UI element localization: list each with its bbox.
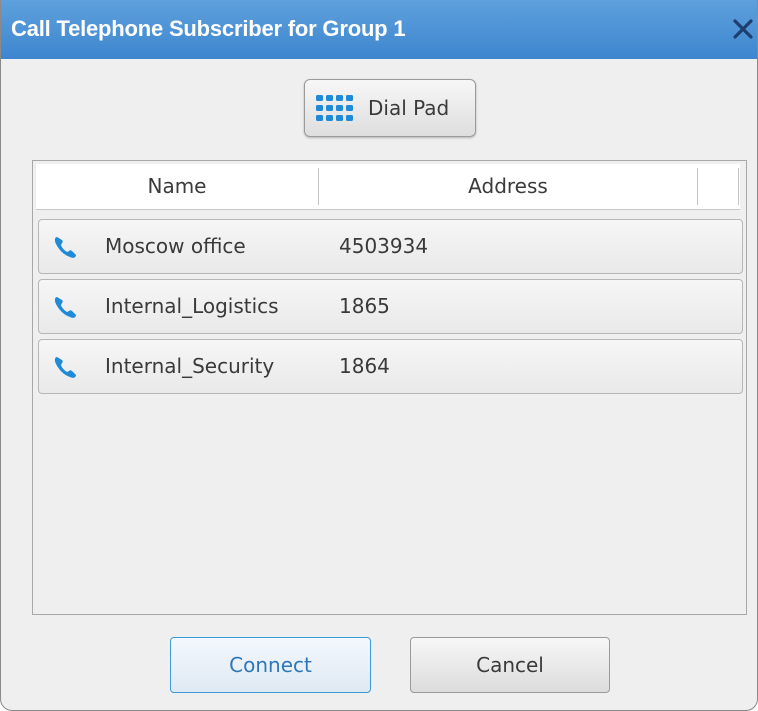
phone-icon — [54, 357, 76, 378]
list-item[interactable]: Moscow office 4503934 — [38, 219, 743, 274]
column-header-name[interactable]: Name — [36, 164, 318, 209]
subscriber-name: Moscow office — [105, 234, 246, 258]
close-button[interactable] — [729, 13, 757, 43]
dial-pad-button[interactable]: Dial Pad — [304, 79, 476, 137]
subscriber-list: Name Address Moscow office 4503934 Inter… — [32, 160, 747, 615]
subscriber-name: Internal_Logistics — [105, 294, 279, 318]
cancel-button[interactable]: Cancel — [410, 637, 610, 693]
phone-icon — [54, 237, 76, 258]
dial-pad-label: Dial Pad — [368, 96, 450, 120]
close-icon — [733, 19, 753, 39]
list-header: Name Address — [36, 164, 740, 210]
subscriber-address: 1864 — [339, 354, 390, 378]
connect-button[interactable]: Connect — [170, 637, 371, 693]
subscriber-name: Internal_Security — [105, 354, 275, 378]
title-bar: Call Telephone Subscriber for Group 1 — [1, 0, 757, 59]
keypad-icon — [316, 95, 353, 121]
subscriber-address: 4503934 — [339, 234, 429, 258]
column-header-address[interactable]: Address — [319, 164, 697, 209]
column-divider — [738, 168, 739, 205]
phone-icon — [54, 297, 76, 318]
dialog-title: Call Telephone Subscriber for Group 1 — [11, 16, 406, 41]
call-subscriber-dialog: Call Telephone Subscriber for Group 1 Di… — [0, 0, 758, 711]
column-divider[interactable] — [697, 168, 698, 205]
list-item[interactable]: Internal_Security 1864 — [38, 339, 743, 394]
list-item[interactable]: Internal_Logistics 1865 — [38, 279, 743, 334]
subscriber-address: 1865 — [339, 294, 390, 318]
